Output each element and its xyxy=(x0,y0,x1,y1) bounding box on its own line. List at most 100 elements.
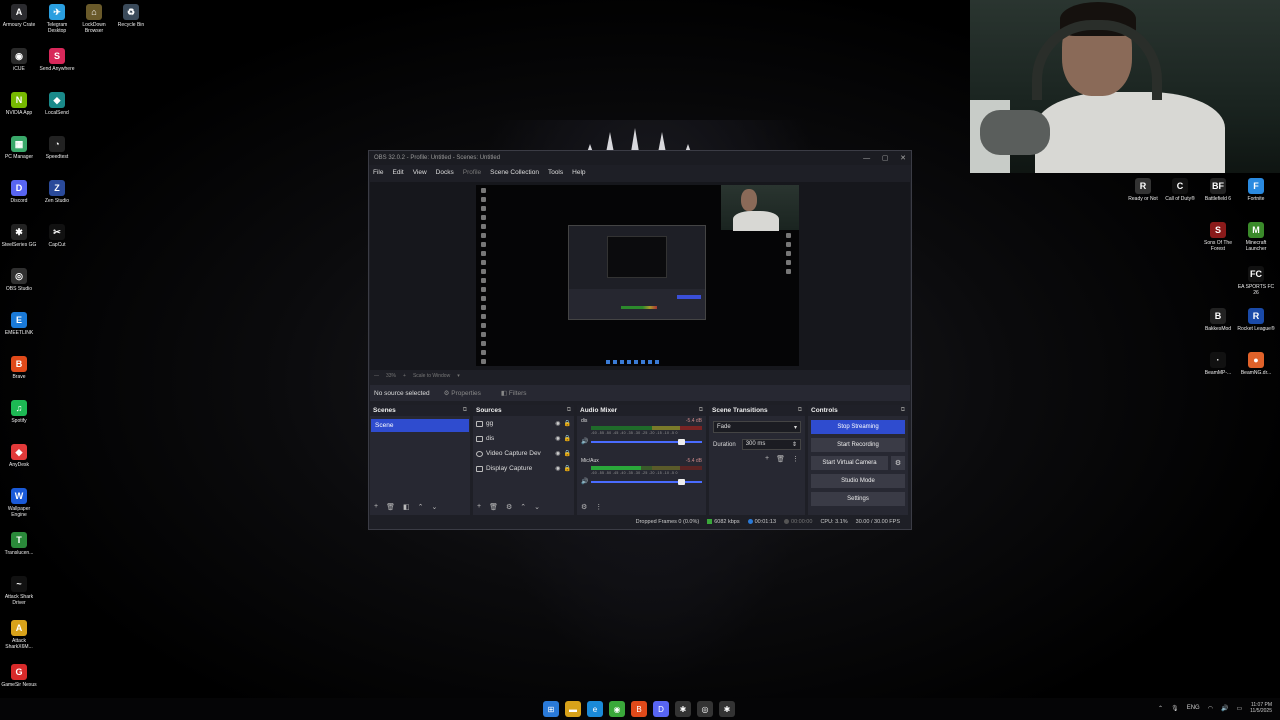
desktop-icon[interactable]: ~ Attack Shark Driver xyxy=(0,576,38,606)
lock-icon[interactable]: 🔒 xyxy=(564,420,571,427)
desktop-icon[interactable]: T Translucen... xyxy=(0,532,38,556)
desktop-icon[interactable]: ◆ LocalSend xyxy=(38,92,76,116)
transition-select[interactable]: Fade ▾ xyxy=(713,421,801,433)
source-properties-icon[interactable]: ⚙ xyxy=(506,503,512,511)
desktop-icon[interactable]: D Discord xyxy=(0,180,38,204)
volume-slider[interactable] xyxy=(591,438,702,445)
scene-filters-icon[interactable]: ◧ xyxy=(403,503,410,511)
start-recording-button[interactable]: Start Recording xyxy=(811,438,905,452)
studio-mode-button[interactable]: Studio Mode xyxy=(811,474,905,488)
add-scene-icon[interactable]: + xyxy=(374,503,378,511)
start-virtual-camera-button[interactable]: Start Virtual Camera xyxy=(811,456,888,470)
zoom-out-icon[interactable]: — xyxy=(374,373,379,379)
steelseries-icon[interactable]: ✱ xyxy=(675,701,691,717)
desktop-icon[interactable]: ✱ SteelSeries GG xyxy=(0,224,38,248)
desktop-icon[interactable]: F Fortnite xyxy=(1237,178,1275,202)
volume-knob[interactable] xyxy=(678,438,686,445)
obs-window[interactable]: OBS 32.0.2 - Profile: Untitled - Scenes:… xyxy=(368,150,912,530)
source-row[interactable]: Display Capture ◉ 🔒 xyxy=(473,461,574,476)
chevron-up-icon[interactable]: ⌃ xyxy=(1158,705,1163,712)
preview-area[interactable] xyxy=(370,182,910,370)
wifi-icon[interactable]: ◠ xyxy=(1208,705,1213,712)
desktop-icon[interactable]: ◎ OBS Studio xyxy=(0,268,38,292)
filters-button[interactable]: ◧ Filters xyxy=(495,387,533,399)
desktop-icon[interactable]: ◔ Speedtest xyxy=(38,136,76,160)
lock-icon[interactable]: 🔒 xyxy=(564,465,571,472)
remove-scene-icon[interactable]: 🗑 xyxy=(386,503,395,511)
desktop-icon[interactable]: ✈ Telegram Desktop xyxy=(38,4,76,34)
menu-docks[interactable]: Docks xyxy=(436,169,454,176)
file-explorer-icon[interactable]: ▬ xyxy=(565,701,581,717)
zoom-in-icon[interactable]: + xyxy=(403,373,406,379)
desktop-icon[interactable]: ⌂ LockDown Browser xyxy=(75,4,113,34)
menu-view[interactable]: View xyxy=(413,169,427,176)
transition-menu-icon[interactable]: ⋮ xyxy=(792,455,799,463)
maximize-icon[interactable]: ▢ xyxy=(882,154,889,162)
desktop-icon[interactable]: ✂ CapCut xyxy=(38,224,76,248)
menu-file[interactable]: File xyxy=(373,169,383,176)
desktop-icon[interactable]: ◆ AnyDesk xyxy=(0,444,38,468)
move-up-icon[interactable]: ⌃ xyxy=(418,503,424,511)
visibility-eye-icon[interactable]: ◉ xyxy=(555,435,560,442)
scale-mode[interactable]: Scale to Window xyxy=(413,373,450,379)
desktop-icon[interactable]: ▦ PC Manager xyxy=(0,136,38,160)
desktop-icon[interactable]: S Send Anywhere xyxy=(38,48,76,72)
desktop-icon[interactable]: G GameSir Nexus xyxy=(0,664,38,688)
menu-profile[interactable]: Profile xyxy=(463,169,481,176)
undock-icon[interactable]: ⧉ xyxy=(798,407,802,414)
volume-icon[interactable]: 🔊 xyxy=(1221,705,1228,712)
steelseries-2-icon[interactable]: ✱ xyxy=(719,701,735,717)
gear-icon[interactable]: ⚙ xyxy=(891,456,905,470)
desktop-icon[interactable]: E EMEETLINK xyxy=(0,312,38,336)
speaker-icon[interactable]: 🔊 xyxy=(581,478,588,485)
menu-scene-collection[interactable]: Scene Collection xyxy=(490,169,539,176)
desktop-icon[interactable]: S Sons Of The Forest xyxy=(1199,222,1237,252)
add-transition-icon[interactable]: + xyxy=(765,455,769,463)
duration-input[interactable]: 300 ms ⇕ xyxy=(741,439,801,450)
desktop-icon[interactable]: ◉ iCUE xyxy=(0,48,38,72)
minimize-icon[interactable]: — xyxy=(863,155,870,162)
discord-icon[interactable]: D xyxy=(653,701,669,717)
desktop-icon[interactable]: N NVIDIA App xyxy=(0,92,38,116)
desktop-icon[interactable]: ♫ Spotify xyxy=(0,400,38,424)
desktop-icon[interactable]: R Ready or Not xyxy=(1124,178,1162,202)
start-icon[interactable]: ⊞ xyxy=(543,701,559,717)
desktop-icon[interactable]: Z Zen Studio xyxy=(38,180,76,204)
add-source-icon[interactable]: + xyxy=(477,503,481,511)
properties-button[interactable]: ⚙ Properties xyxy=(438,387,487,399)
desktop-icon[interactable]: B Brave xyxy=(0,356,38,380)
brave-icon[interactable]: B xyxy=(631,701,647,717)
language-indicator[interactable]: ENG xyxy=(1187,705,1200,711)
desktop-icon[interactable]: BF Battlefield 6 xyxy=(1199,178,1237,202)
source-row[interactable]: Video Capture Dev ◉ 🔒 xyxy=(473,446,574,461)
move-up-icon[interactable]: ⌃ xyxy=(520,503,526,511)
desktop-icon[interactable]: A Attack SharkX6M... xyxy=(0,620,38,650)
settings-button[interactable]: Settings xyxy=(811,492,905,506)
source-row[interactable]: gg ◉ 🔒 xyxy=(473,416,574,431)
desktop-icon[interactable]: M Minecraft Launcher xyxy=(1237,222,1275,252)
desktop-icon[interactable]: B BakkesMod xyxy=(1199,308,1237,332)
remove-source-icon[interactable]: 🗑 xyxy=(489,503,498,511)
move-down-icon[interactable]: ⌄ xyxy=(431,503,437,511)
obs-icon[interactable]: ◎ xyxy=(697,701,713,717)
move-down-icon[interactable]: ⌄ xyxy=(534,503,540,511)
visibility-eye-icon[interactable]: ◉ xyxy=(555,465,560,472)
volume-knob[interactable] xyxy=(678,478,686,485)
source-row[interactable]: dis ◉ 🔒 xyxy=(473,431,574,446)
microphone-icon[interactable]: 🎙 xyxy=(1171,705,1179,712)
desktop-icon[interactable]: C Call of Duty® xyxy=(1161,178,1199,202)
desktop-icon[interactable]: W Wallpaper Engine xyxy=(0,488,38,518)
menu-help[interactable]: Help xyxy=(572,169,585,176)
visibility-eye-icon[interactable]: ◉ xyxy=(555,420,560,427)
chrome-icon[interactable]: ◉ xyxy=(609,701,625,717)
desktop-icon[interactable]: A Armoury Crate xyxy=(0,4,38,28)
desktop-icon[interactable]: ● BeamNG.dr... xyxy=(1237,352,1275,376)
clock[interactable]: 11:07 PM 11/5/2025 xyxy=(1250,702,1272,714)
desktop-icon[interactable]: R Rocket League® xyxy=(1237,308,1275,332)
obs-titlebar[interactable]: OBS 32.0.2 - Profile: Untitled - Scenes:… xyxy=(369,151,911,165)
undock-icon[interactable]: ⧉ xyxy=(699,407,703,414)
desktop-icon[interactable]: · BeamMP-... xyxy=(1199,352,1237,376)
volume-slider[interactable] xyxy=(591,478,702,485)
speaker-icon[interactable]: 🔊 xyxy=(581,438,588,445)
mixer-menu-icon[interactable]: ⋮ xyxy=(595,503,602,511)
